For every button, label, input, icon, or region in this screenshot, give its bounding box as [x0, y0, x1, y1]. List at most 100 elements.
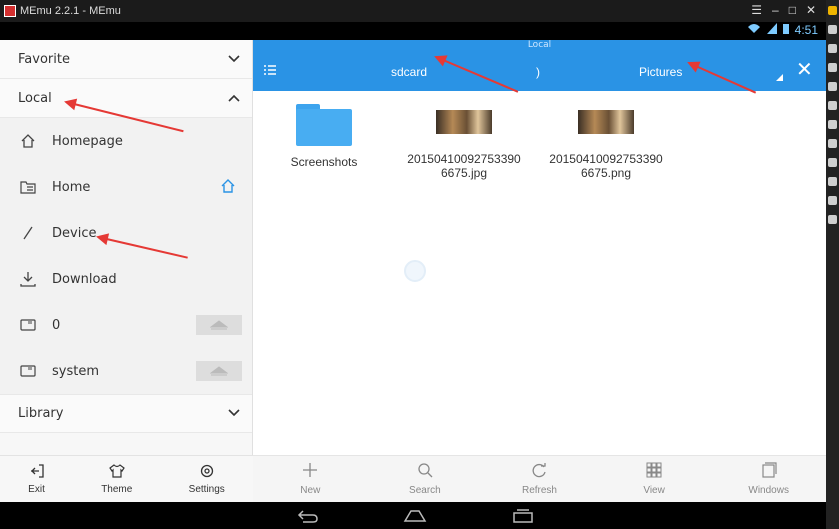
section-library-label: Library [18, 406, 64, 421]
new-button[interactable]: New [270, 462, 350, 496]
screenshot-icon[interactable] [828, 120, 837, 129]
sidebar-item-label: Download [52, 271, 117, 287]
sidebar-item-homepage[interactable]: Homepage [0, 118, 252, 164]
breadcrumb-sdcard[interactable]: sdcard [391, 65, 427, 79]
sidebar-item-storage-0[interactable]: 0 [0, 302, 252, 348]
exit-icon[interactable] [828, 177, 837, 186]
section-favorite[interactable]: Favorite [0, 40, 252, 79]
loading-spinner [404, 260, 426, 282]
fullscreen-icon[interactable] [828, 25, 837, 34]
collapse-arrows-icon[interactable] [828, 6, 837, 15]
image-thumbnail [578, 110, 634, 134]
section-local[interactable]: Local [0, 79, 252, 118]
wifi-icon [747, 23, 761, 37]
drawer-bottom-bar: Exit Theme Settings [0, 455, 253, 502]
window-controls: ☰ ‒ □ ✕ [751, 3, 816, 17]
sidebar-item-label: 0 [52, 317, 61, 333]
home-outline-icon [18, 131, 38, 151]
shirt-icon [108, 463, 125, 481]
chevron-up-icon [228, 91, 240, 106]
memu-logo-icon [4, 5, 16, 17]
refresh-icon [531, 462, 547, 481]
eject-icon[interactable] [196, 315, 242, 335]
sidebar-item-label: Device [52, 225, 97, 241]
sidebar-item-system[interactable]: system [0, 348, 252, 394]
settings-icon[interactable] [828, 158, 837, 167]
status-indicators: 4:51 [747, 23, 818, 37]
search-icon [417, 462, 433, 481]
sdcard-icon [18, 361, 38, 381]
home-icon[interactable] [403, 508, 427, 527]
file-name-line1: 20150410092753390 [407, 152, 521, 166]
notification-text: Local [527, 40, 552, 50]
gps-icon[interactable] [828, 196, 837, 205]
keyboard-icon[interactable] [828, 44, 837, 53]
list-menu-icon[interactable] [263, 63, 277, 80]
menu-icon[interactable]: ☰ [751, 3, 762, 17]
close-icon[interactable]: ✕ [796, 60, 813, 80]
theme-label: Theme [101, 483, 133, 495]
maximize-icon[interactable]: □ [789, 3, 796, 17]
gear-icon [200, 464, 214, 481]
settings-button[interactable]: Settings [189, 464, 225, 495]
folder-icon [296, 104, 352, 146]
view-label: View [643, 485, 665, 496]
bottom-toolbar: New Search Refresh View Windows [253, 455, 826, 502]
record-icon[interactable] [828, 215, 837, 224]
close-icon[interactable]: ✕ [806, 3, 816, 17]
chevron-down-icon [228, 52, 240, 67]
signal-icon [766, 23, 777, 37]
sidebar-item-device[interactable]: Device [0, 210, 252, 256]
emulator-screen: { "window": { "title": "MEmu 2.2.1 - MEm… [0, 0, 839, 529]
breadcrumb-separator: ) [536, 65, 540, 79]
file-browser-pane: Local sdcard ) Pictures ✕ Screenshots 20… [253, 40, 826, 502]
file-item-jpg[interactable]: 20150410092753390 6675.jpg [394, 104, 534, 180]
emulator-side-toolbar [826, 0, 839, 529]
set-home-icon[interactable] [220, 178, 236, 198]
navigation-drawer: Favorite Local Homepage Home Device Down… [0, 40, 253, 502]
rotate-icon[interactable] [828, 82, 837, 91]
search-label: Search [409, 485, 441, 496]
breadcrumb-pictures[interactable]: Pictures [639, 65, 682, 79]
windows-label: Windows [748, 485, 789, 496]
folder-list-icon [18, 177, 38, 197]
window-titlebar: MEmu 2.2.1 - MEmu ☰ ‒ □ ✕ [0, 0, 826, 22]
sidebar-item-label: Homepage [52, 133, 123, 149]
eject-icon[interactable] [196, 361, 242, 381]
sidebar-item-label: system [52, 363, 99, 379]
sidebar-item-home[interactable]: Home [0, 164, 252, 210]
section-library[interactable]: Library [0, 394, 252, 433]
search-button[interactable]: Search [385, 462, 465, 496]
minimize-icon[interactable]: ‒ [772, 3, 779, 17]
file-item-folder[interactable]: Screenshots [254, 104, 394, 169]
image-thumbnail [436, 110, 492, 134]
exit-icon [30, 463, 44, 481]
back-icon[interactable] [297, 508, 319, 527]
file-item-png[interactable]: 20150410092753390 6675.png [536, 104, 676, 180]
section-favorite-label: Favorite [18, 51, 70, 67]
slash-icon [18, 223, 38, 243]
plus-icon [302, 462, 318, 481]
file-name-line1: 20150410092753390 [549, 152, 663, 166]
refresh-button[interactable]: Refresh [499, 462, 579, 496]
sidebar-item-download[interactable]: Download [0, 256, 252, 302]
refresh-label: Refresh [521, 485, 557, 496]
sdcard-icon [18, 315, 38, 335]
scissors-icon[interactable] [828, 63, 837, 72]
shake-icon[interactable] [828, 101, 837, 110]
theme-button[interactable]: Theme [101, 463, 133, 495]
status-bar: 4:51 [0, 22, 826, 40]
file-name-line2: 6675.png [580, 166, 632, 180]
window-title: MEmu 2.2.1 - MEmu [20, 5, 121, 17]
status-time: 4:51 [794, 23, 818, 37]
battery-icon [782, 23, 789, 37]
grid-icon [646, 462, 662, 481]
exit-button[interactable]: Exit [28, 463, 45, 495]
location-icon[interactable] [828, 139, 837, 148]
file-name-line2: 6675.jpg [440, 166, 488, 180]
windows-button[interactable]: Windows [729, 462, 809, 496]
recent-apps-icon[interactable] [512, 508, 534, 527]
file-name: Screenshots [290, 155, 358, 169]
corner-indicator-icon [776, 74, 783, 81]
view-button[interactable]: View [614, 462, 694, 496]
